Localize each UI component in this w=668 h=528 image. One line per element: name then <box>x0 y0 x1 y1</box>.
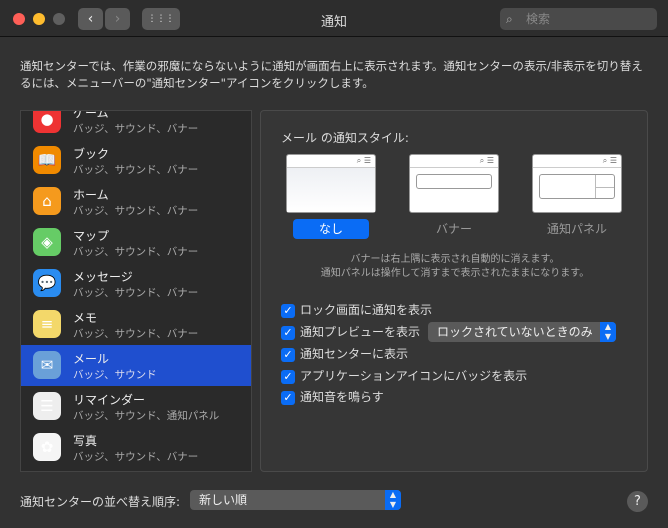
hint-banner: バナーは右上隅に表示され自動的に消えます。 <box>350 254 560 265</box>
search-placeholder: 検索 <box>526 12 551 26</box>
app-list-item[interactable]: 💬 メッセージバッジ、サウンド、バナー <box>21 263 251 304</box>
preview-select-value: ロックされていないときのみ <box>437 325 593 339</box>
style-hint: バナーは右上隅に表示され自動的に消えます。通知パネルは操作して消すまで表示された… <box>261 253 649 281</box>
mail-icon: ✉ <box>33 351 61 379</box>
search-icon: ⌕ <box>506 12 513 26</box>
app-list-item[interactable]: ⌂ ホームバッジ、サウンド、バナー <box>21 181 251 222</box>
notification-style-panel: メール の通知スタイル: ⌕ ☰ ⌕ ☰ ⌕ ☰ なし バナー 通知パネル バナ… <box>260 110 648 472</box>
home-icon: ⌂ <box>33 187 61 215</box>
checkbox-icon: ✓ <box>281 303 295 318</box>
reminders-icon: ☰ <box>33 392 61 420</box>
app-list-item[interactable]: ≡ メモバッジ、サウンド、バナー <box>21 304 251 345</box>
play-sound-checkbox[interactable]: ✓ 通知音を鳴らす <box>281 389 384 405</box>
notes-icon: ≡ <box>33 310 61 338</box>
app-name: メッセージ <box>73 270 133 284</box>
checkbox-label: ロック画面に通知を表示 <box>300 303 433 317</box>
app-name: メール <box>73 352 110 366</box>
show-in-center-checkbox[interactable]: ✓ 通知センターに表示 <box>281 346 408 362</box>
app-alert-summary: バッジ、サウンド、バナー <box>73 246 199 258</box>
thumb-toolbar: ⌕ ☰ <box>533 155 621 168</box>
thumb-toolbar: ⌕ ☰ <box>287 155 375 168</box>
app-name: ホーム <box>73 188 109 202</box>
sort-order-label: 通知センターの並べ替え順序: <box>20 495 181 509</box>
app-name: ブック <box>73 147 110 161</box>
thumb-toolbar: ⌕ ☰ <box>410 155 498 168</box>
hint-alert: 通知パネルは操作して消すまで表示されたままになります。 <box>320 268 590 279</box>
app-alert-summary: バッジ、サウンド、バナー <box>73 451 199 463</box>
checkbox-label: 通知音を鳴らす <box>300 390 384 404</box>
app-name: リマインダー <box>73 393 146 407</box>
game-center-icon: ● <box>33 111 61 133</box>
lock-screen-checkbox[interactable]: ✓ ロック画面に通知を表示 <box>281 302 432 318</box>
sort-order-value: 新しい順 <box>199 493 248 507</box>
photos-icon: ✿ <box>33 433 61 461</box>
books-icon: 📖 <box>33 146 61 174</box>
messages-icon: 💬 <box>33 269 61 297</box>
app-name: マップ <box>73 229 110 243</box>
description-text: 通知センターでは、作業の邪魔にならないように通知が画面右上に表示されます。通知セ… <box>20 59 643 90</box>
app-list[interactable]: ● ゲーム バッジ、サウンド、バナー 📖 ブック バッジ、サウンド、バナー ⌂ ホーム バッジ、… <box>20 110 252 472</box>
app-list-item[interactable]: ✿ 写真バッジ、サウンド、バナー <box>21 427 251 468</box>
checkbox-label: 通知センターに表示 <box>300 347 409 361</box>
checkbox-icon: ✓ <box>281 325 295 340</box>
app-name: 写真 <box>73 434 98 448</box>
checkbox-icon: ✓ <box>281 347 295 362</box>
checkbox-label: アプリケーションアイコンにバッジを表示 <box>300 369 528 383</box>
style-alert-thumbnail[interactable]: ⌕ ☰ <box>532 154 622 213</box>
style-banner-thumbnail[interactable]: ⌕ ☰ <box>409 154 499 213</box>
style-none-label[interactable]: なし <box>293 219 369 239</box>
checkbox-icon: ✓ <box>281 390 295 405</box>
badge-icon-checkbox[interactable]: ✓ アプリケーションアイコンにバッジを表示 <box>281 368 527 384</box>
app-name: ゲーム <box>73 110 109 120</box>
app-alert-summary: バッジ、サウンド、バナー <box>73 287 199 299</box>
chevron-updown-icon: ▲ ▼ <box>600 322 616 342</box>
preview-select[interactable]: ロックされていないときのみ ▲ ▼ <box>428 322 616 342</box>
app-alert-summary: バッジ、サウンド、バナー <box>73 123 199 135</box>
help-button[interactable]: ? <box>627 491 648 512</box>
panel-title: メール の通知スタイル: <box>281 131 409 145</box>
app-alert-summary: バッジ、サウンド、バナー <box>73 328 199 340</box>
search-input[interactable]: ⌕ 検索 <box>500 8 657 30</box>
app-alert-summary: バッジ、サウンド <box>73 369 157 381</box>
app-name: メモ <box>73 311 98 325</box>
app-list-item[interactable]: ☰ リマインダーバッジ、サウンド、通知パネル <box>21 386 251 427</box>
title-bar: ‹ › ⋮⋮⋮ 通知 ⌕ 検索 <box>0 0 668 37</box>
app-alert-summary: バッジ、サウンド、バナー <box>73 164 199 176</box>
app-list-item[interactable]: ◈ マップバッジ、サウンド、バナー <box>21 222 251 263</box>
style-banner-label[interactable]: バナー <box>409 219 499 239</box>
style-none-thumbnail[interactable]: ⌕ ☰ <box>286 154 376 213</box>
app-alert-summary: バッジ、サウンド、通知パネル <box>73 410 220 422</box>
app-list-item[interactable]: 📖 ブックバッジ、サウンド、バナー <box>21 140 251 181</box>
sort-order-select[interactable]: 新しい順 ▲ ▼ <box>190 490 401 510</box>
app-list-item[interactable]: ✉ メールバッジ、サウンド <box>21 345 251 386</box>
app-list-item[interactable]: ● ゲームバッジ、サウンド、バナー <box>21 110 251 140</box>
chevron-updown-icon: ▲ ▼ <box>385 490 401 510</box>
checkbox-icon: ✓ <box>281 369 295 384</box>
show-preview-checkbox[interactable]: ✓ 通知プレビューを表示 <box>281 324 420 340</box>
app-alert-summary: バッジ、サウンド、バナー <box>73 205 199 217</box>
maps-icon: ◈ <box>33 228 61 256</box>
checkbox-label: 通知プレビューを表示 <box>300 325 421 339</box>
style-alert-label[interactable]: 通知パネル <box>532 219 622 239</box>
